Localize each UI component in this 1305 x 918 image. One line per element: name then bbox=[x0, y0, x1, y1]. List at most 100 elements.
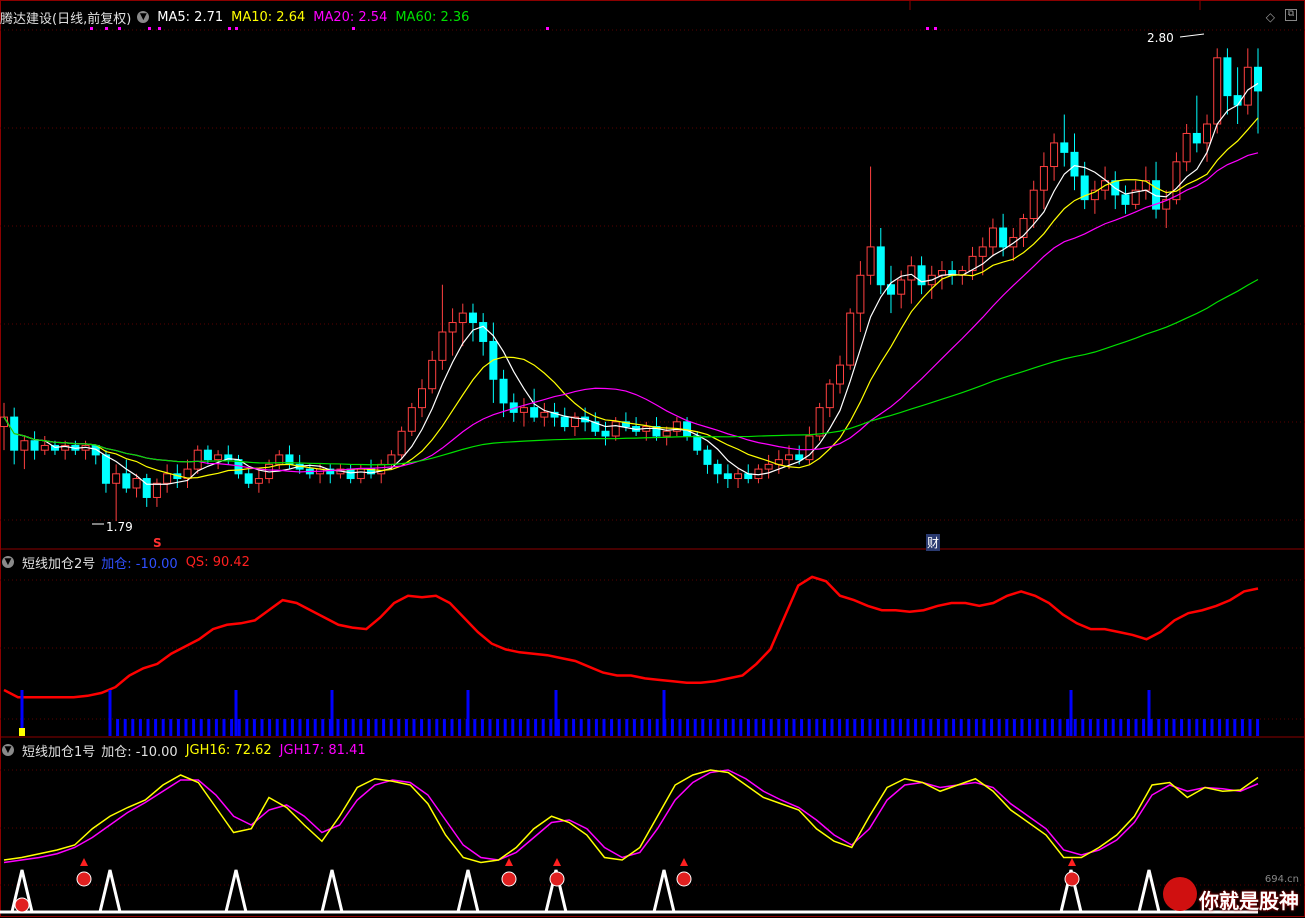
signal-ball-icon bbox=[676, 871, 692, 887]
candle-body bbox=[723, 473, 732, 480]
candle-body bbox=[519, 407, 528, 413]
candle-body bbox=[1039, 166, 1048, 191]
candle-body bbox=[1019, 218, 1028, 238]
candle-body bbox=[1213, 57, 1222, 125]
candle-body bbox=[540, 411, 549, 418]
candle-body bbox=[499, 378, 508, 404]
candle-body bbox=[876, 246, 885, 286]
candle-body bbox=[397, 430, 406, 456]
candle-body bbox=[244, 473, 253, 484]
up-arrow-icon bbox=[680, 858, 688, 866]
candle-body bbox=[346, 468, 355, 480]
high-price-marker: 2.80 bbox=[1147, 31, 1174, 45]
watermark: 694.cn 你就是股神 bbox=[1163, 874, 1299, 914]
panel2-title[interactable]: 短线加仓2号 bbox=[22, 553, 95, 572]
panel3-jgh17: JGH17: 81.41 bbox=[279, 742, 366, 758]
candle-body bbox=[611, 421, 620, 437]
candle-body bbox=[203, 449, 212, 461]
candle-body bbox=[795, 454, 804, 461]
candle-body bbox=[428, 359, 437, 390]
window-icon[interactable]: ⧉ bbox=[1285, 9, 1297, 21]
candle-body bbox=[152, 482, 161, 498]
candle-body bbox=[1254, 66, 1262, 92]
candle-body bbox=[764, 463, 773, 470]
candle-body bbox=[407, 407, 416, 432]
candle-body bbox=[448, 322, 457, 333]
up-arrow-icon bbox=[1068, 858, 1076, 866]
stock-label[interactable]: 腾达建设(日线,前复权) bbox=[0, 8, 131, 27]
candle-body bbox=[1243, 66, 1252, 106]
candle-body bbox=[1203, 123, 1212, 144]
candle-body bbox=[1060, 142, 1069, 153]
candle-body bbox=[1223, 57, 1232, 97]
candle-body bbox=[20, 440, 29, 451]
pink-dot bbox=[235, 27, 238, 30]
candle-body bbox=[693, 435, 702, 451]
candle-body bbox=[856, 274, 865, 314]
candle-body bbox=[815, 407, 824, 437]
up-arrow-icon bbox=[505, 858, 513, 866]
candle-body bbox=[387, 454, 396, 465]
candle-body bbox=[601, 430, 610, 437]
candle-body bbox=[1029, 189, 1038, 220]
candle-body bbox=[142, 478, 151, 498]
candle-body bbox=[530, 407, 539, 418]
candle-body bbox=[377, 463, 386, 475]
candle-body bbox=[40, 444, 49, 451]
pink-dot bbox=[926, 27, 929, 30]
jgh17-line bbox=[3, 769, 1259, 864]
ma10-line bbox=[3, 117, 1259, 479]
pink-dot bbox=[352, 27, 355, 30]
candle-body bbox=[988, 227, 997, 248]
watermark-site: 694.cn bbox=[1264, 874, 1299, 885]
chevron-down-icon[interactable]: ▼ bbox=[2, 556, 14, 568]
pink-dot bbox=[90, 27, 93, 30]
diamond-icon[interactable]: ◇ bbox=[1266, 10, 1275, 24]
panel3-title[interactable]: 短线加仓1号 bbox=[22, 741, 95, 760]
candle-body bbox=[112, 473, 121, 484]
pink-dot bbox=[546, 27, 549, 30]
candle-body bbox=[30, 440, 39, 451]
ma10-value: MA10: 2.64 bbox=[231, 9, 306, 25]
pink-dot bbox=[148, 27, 151, 30]
jgh16-line bbox=[3, 769, 1259, 864]
candle-body bbox=[1009, 236, 1018, 248]
panel3-plot bbox=[0, 769, 1259, 914]
spike-signal bbox=[652, 869, 676, 913]
up-arrow-icon bbox=[553, 858, 561, 866]
ma5-line bbox=[3, 82, 1259, 485]
moving-average-lines bbox=[3, 82, 1259, 485]
pink-dot bbox=[105, 27, 108, 30]
candle-body bbox=[163, 473, 172, 484]
spike-signal bbox=[320, 869, 344, 913]
ma60-line bbox=[3, 279, 1259, 466]
spike-signal bbox=[224, 869, 248, 913]
pink-dot bbox=[934, 27, 937, 30]
spike-signal bbox=[456, 869, 480, 913]
signal-s: S bbox=[153, 536, 162, 550]
signal-ball-icon bbox=[14, 897, 30, 913]
candle-body bbox=[101, 454, 110, 484]
candle-body bbox=[897, 279, 906, 295]
signal-ball-icon bbox=[76, 871, 92, 887]
candle-body bbox=[254, 478, 263, 484]
ma60-value: MA60: 2.36 bbox=[395, 9, 470, 25]
panel2-jc: 加仓: -10.00 bbox=[101, 556, 178, 572]
watermark-text: 你就是股神 bbox=[1199, 889, 1299, 913]
candle-body bbox=[356, 468, 365, 480]
ma5-value: MA5: 2.71 bbox=[157, 9, 224, 25]
signal-ball-icon bbox=[501, 871, 517, 887]
signal-ball-icon bbox=[549, 871, 565, 887]
candle-body bbox=[214, 454, 223, 461]
up-arrow-icon bbox=[80, 858, 88, 866]
candle-body bbox=[458, 312, 467, 324]
candle-body bbox=[468, 312, 477, 324]
low-price-marker: 1.79 bbox=[106, 520, 133, 534]
candlestick-series bbox=[0, 48, 1262, 522]
candle-body bbox=[1050, 142, 1059, 168]
main-panel-header: 腾达建设(日线,前复权) ▼ MA5: 2.71 MA10: 2.64 MA20… bbox=[0, 8, 477, 27]
chevron-down-icon[interactable]: ▼ bbox=[137, 11, 150, 23]
panel3-jgh16: JGH16: 72.62 bbox=[185, 742, 272, 758]
chevron-down-icon[interactable]: ▼ bbox=[2, 744, 14, 756]
chart-canvas[interactable] bbox=[0, 0, 1305, 918]
